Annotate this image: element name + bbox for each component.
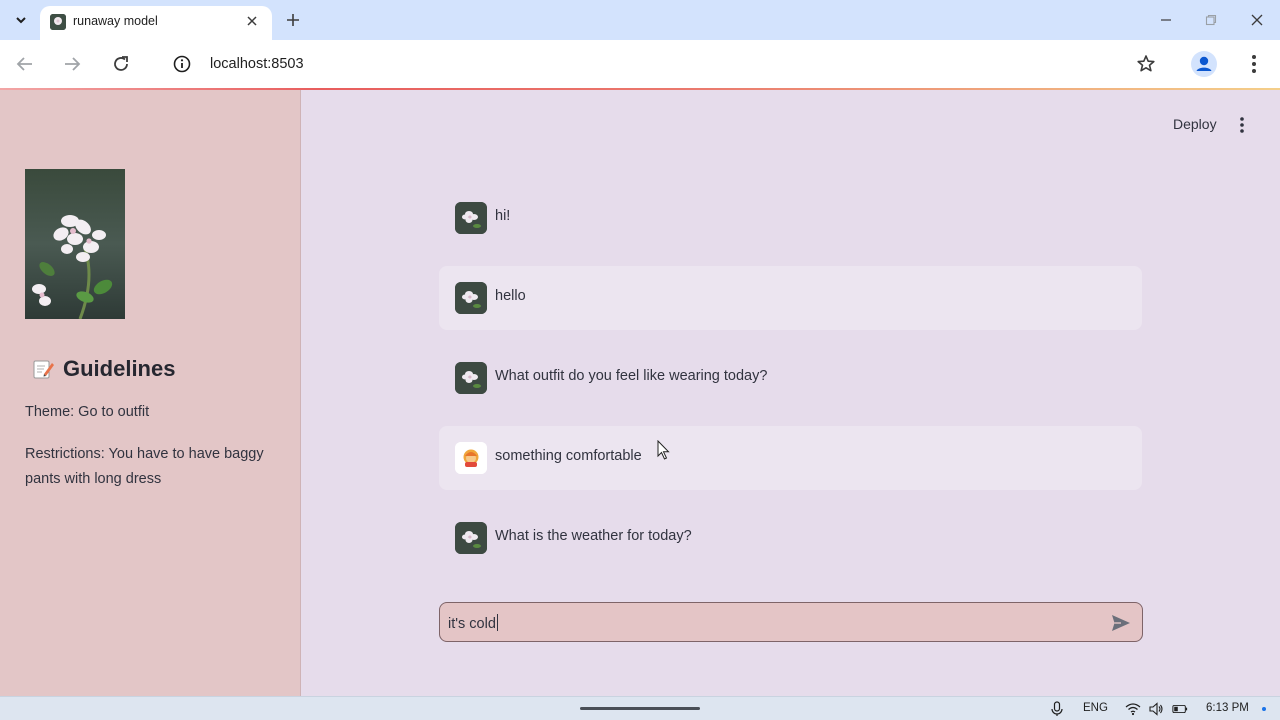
back-button[interactable] <box>11 50 39 78</box>
minimize-button[interactable] <box>1150 6 1182 34</box>
info-icon <box>173 55 191 73</box>
tab-close-button[interactable] <box>242 11 262 31</box>
forward-button[interactable] <box>58 50 86 78</box>
bookmark-button[interactable] <box>1134 52 1158 76</box>
chat-message-assistant: What is the weather for today? <box>439 506 1142 570</box>
restore-button[interactable] <box>1195 6 1227 34</box>
theme-text: Theme: Go to outfit <box>25 404 150 420</box>
reload-icon <box>114 56 128 71</box>
minimize-icon <box>1161 19 1171 21</box>
restrictions-line-2: pants with long dress <box>25 471 162 487</box>
star-icon <box>1137 55 1155 72</box>
text-caret <box>496 614 498 631</box>
browser-menu-button[interactable] <box>1244 52 1264 76</box>
chevron-down-icon <box>16 17 26 24</box>
new-tab-button[interactable] <box>281 8 305 32</box>
flower-image <box>25 169 125 319</box>
language-indicator[interactable]: ENG <box>1083 702 1108 714</box>
chat-message-assistant: hi! <box>439 186 1142 250</box>
chat-input-value[interactable]: it's cold <box>448 614 498 632</box>
mouse-cursor-icon <box>657 440 670 460</box>
message-text: hi! <box>495 208 511 224</box>
guidelines-heading: Guidelines <box>31 356 175 382</box>
send-button[interactable] <box>1110 612 1132 634</box>
reload-button[interactable] <box>107 50 135 78</box>
browser-tab-active[interactable]: runaway model <box>40 6 272 40</box>
message-text: hello <box>495 288 526 304</box>
tab-title: runaway model <box>73 14 158 28</box>
sidebar: Guidelines Theme: Go to outfit Restricti… <box>0 90 301 696</box>
tab-search-button[interactable] <box>8 8 34 32</box>
os-taskbar: ENG 6:13 PM <box>0 696 1280 720</box>
browser-tab-bar: runaway model <box>0 0 1280 40</box>
wifi-icon[interactable] <box>1125 701 1141 717</box>
app-menu-button[interactable] <box>1235 116 1249 134</box>
profile-button[interactable] <box>1190 50 1218 78</box>
chat-input-text: it's cold <box>448 616 496 632</box>
microphone-icon[interactable] <box>1049 701 1065 717</box>
guidelines-title: Guidelines <box>63 356 176 381</box>
forward-icon <box>65 57 81 71</box>
send-icon <box>1112 615 1130 631</box>
close-icon <box>1251 14 1263 26</box>
volume-icon[interactable] <box>1148 701 1164 717</box>
assistant-avatar-icon <box>455 202 487 234</box>
profile-icon <box>1191 51 1217 77</box>
clock[interactable]: 6:13 PM <box>1206 702 1249 714</box>
message-text: What is the weather for today? <box>495 528 692 544</box>
chat-message-assistant: What outfit do you feel like wearing tod… <box>439 346 1142 410</box>
user-avatar-icon <box>455 442 487 474</box>
chat-message-user: something comfortable <box>439 426 1142 490</box>
main-chat-area: Deploy hi! hello What outfit do you feel… <box>301 90 1280 696</box>
chat-input[interactable]: it's cold <box>439 602 1143 642</box>
restrictions-line-1: Restrictions: You have to have baggy <box>25 446 264 462</box>
deploy-button[interactable]: Deploy <box>1173 116 1217 132</box>
close-icon <box>247 16 257 26</box>
window-close-button[interactable] <box>1241 6 1273 34</box>
message-text: something comfortable <box>495 448 642 464</box>
memo-icon <box>33 360 54 379</box>
battery-icon[interactable] <box>1172 701 1188 717</box>
restore-icon <box>1205 14 1217 26</box>
message-text: What outfit do you feel like wearing tod… <box>495 368 768 384</box>
notification-dot <box>1262 707 1266 711</box>
assistant-avatar-icon <box>455 282 487 314</box>
site-info-button[interactable] <box>172 54 192 74</box>
url-text: localhost:8503 <box>210 56 304 72</box>
flower-favicon-icon <box>50 14 66 30</box>
assistant-avatar-icon <box>455 522 487 554</box>
taskbar-handle[interactable] <box>580 707 700 710</box>
address-bar[interactable]: localhost:8503 <box>160 44 1168 84</box>
back-icon <box>16 57 32 71</box>
chat-message-assistant: hello <box>439 266 1142 330</box>
plus-icon <box>287 14 299 26</box>
kebab-menu-icon <box>1240 117 1244 133</box>
browser-toolbar: localhost:8503 <box>0 40 1280 88</box>
kebab-menu-icon <box>1252 55 1256 73</box>
assistant-avatar-icon <box>455 362 487 394</box>
